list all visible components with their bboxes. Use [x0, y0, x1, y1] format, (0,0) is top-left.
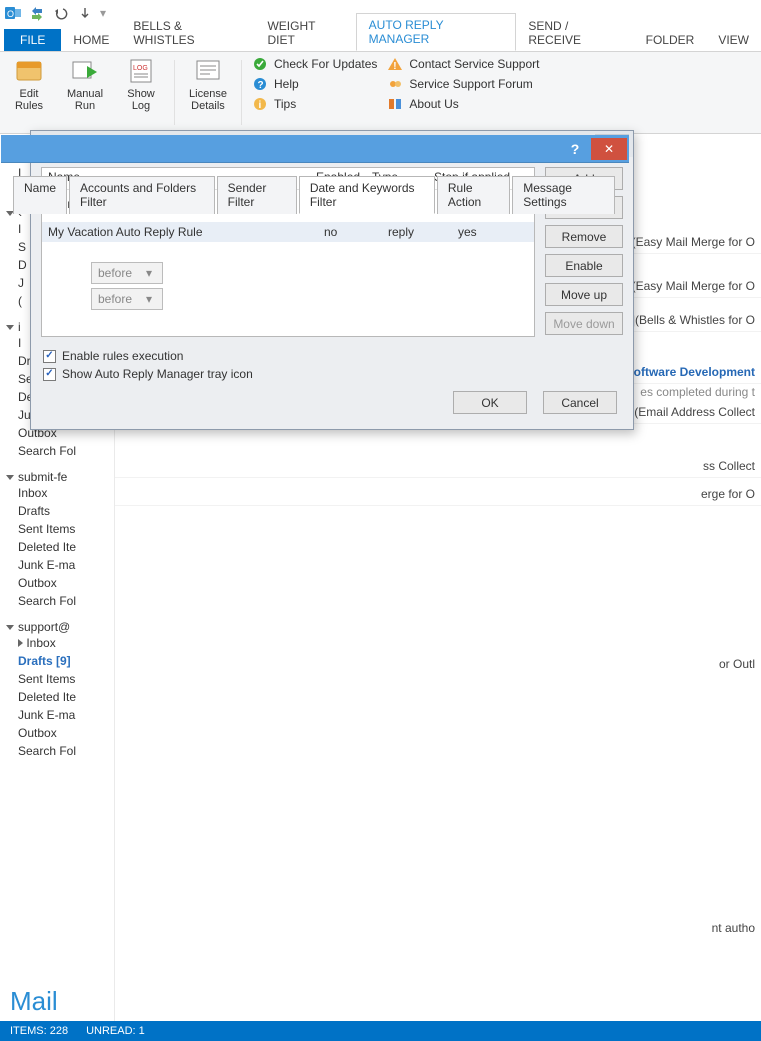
- nav-deleted[interactable]: Deleted Ite: [6, 688, 114, 706]
- nav-outbox[interactable]: Outbox: [6, 574, 114, 592]
- move-down-button[interactable]: Move down: [545, 312, 623, 335]
- tab-diet[interactable]: WEIGHT DIET: [255, 15, 355, 51]
- tab-view[interactable]: VIEW: [706, 29, 761, 51]
- chevron-down-icon: ▾: [146, 292, 152, 306]
- nav-drafts[interactable]: Drafts: [6, 502, 114, 520]
- tab-accounts-folders[interactable]: Accounts and Folders Filter: [69, 176, 215, 214]
- svg-text:?: ?: [258, 80, 264, 91]
- list-item[interactable]: erge for O: [115, 482, 761, 506]
- tab-bells[interactable]: BELLS & WHISTLES: [121, 15, 255, 51]
- tips-icon: i: [252, 96, 268, 112]
- enable-rules-checkbox[interactable]: [43, 350, 56, 363]
- tips-button[interactable]: i Tips: [252, 96, 377, 112]
- nav-deleted[interactable]: Deleted Ite: [6, 538, 114, 556]
- license-details-button[interactable]: License Details: [185, 56, 231, 129]
- nav-sent[interactable]: Sent Items: [6, 670, 114, 688]
- tab-home[interactable]: HOME: [61, 29, 121, 51]
- manual-run-button[interactable]: Manual Run: [62, 56, 108, 129]
- collapse-icon[interactable]: [6, 475, 14, 480]
- nav-search[interactable]: Search Fol: [6, 442, 114, 460]
- show-log-button[interactable]: LOG Show Log: [118, 56, 164, 129]
- collapse-icon[interactable]: [6, 325, 14, 330]
- help-icon: ?: [252, 76, 268, 92]
- nav-drafts[interactable]: Drafts [9]: [6, 652, 114, 670]
- table-row[interactable]: My Vacation Auto Reply Rule no reply yes: [42, 222, 534, 242]
- check-updates-button[interactable]: Check For Updates: [252, 56, 377, 72]
- help-button[interactable]: ? Help: [252, 76, 377, 92]
- svg-text:O: O: [7, 9, 14, 19]
- nav-outbox[interactable]: Outbox: [6, 724, 114, 742]
- svg-text:LOG: LOG: [133, 65, 148, 72]
- license-icon: [192, 56, 224, 84]
- mail-module-button[interactable]: Mail: [10, 986, 58, 1017]
- outlook-icon: O: [4, 4, 22, 22]
- updates-icon: [252, 56, 268, 72]
- status-bar: ITEMS: 228 UNREAD: 1: [0, 1021, 761, 1041]
- nav-junk[interactable]: Junk E-ma: [6, 706, 114, 724]
- svg-text:i: i: [259, 100, 262, 111]
- remove-button[interactable]: Remove: [545, 225, 623, 248]
- time-operator-dropdown[interactable]: before▾: [91, 288, 163, 310]
- list-item[interactable]: ss Collect: [115, 454, 761, 478]
- tab-rule-action[interactable]: Rule Action: [437, 176, 510, 214]
- tab-name[interactable]: Name: [13, 176, 67, 214]
- account-header[interactable]: submit-fe: [18, 470, 67, 484]
- account-header[interactable]: support@: [18, 620, 70, 634]
- enable-rules-label: Enable rules execution: [62, 349, 183, 363]
- about-button[interactable]: About Us: [387, 96, 539, 112]
- svg-text:!: !: [394, 61, 397, 72]
- status-unread: UNREAD: 1: [86, 1025, 145, 1037]
- tab-folder[interactable]: FOLDER: [634, 29, 707, 51]
- chevron-right-icon: [18, 639, 23, 647]
- move-up-button[interactable]: Move up: [545, 283, 623, 306]
- collapse-icon[interactable]: [6, 625, 14, 630]
- edit-rules-button[interactable]: Edit Rules: [6, 56, 52, 129]
- ok-button[interactable]: OK: [453, 391, 527, 414]
- contact-support-button[interactable]: ! Contact Service Support: [387, 56, 539, 72]
- tray-icon-checkbox[interactable]: [43, 368, 56, 381]
- nav-inbox[interactable]: Inbox: [6, 484, 114, 502]
- touch-mode-icon[interactable]: [76, 4, 94, 22]
- tab-auto-reply-manager[interactable]: AUTO REPLY MANAGER: [356, 13, 517, 51]
- support-forum-button[interactable]: Service Support Forum: [387, 76, 539, 92]
- cancel-button[interactable]: Cancel: [543, 391, 617, 414]
- nav-search[interactable]: Search Fol: [6, 742, 114, 760]
- tab-date-keywords[interactable]: Date and Keywords Filter: [299, 176, 435, 214]
- chevron-down-icon: ▾: [146, 266, 152, 280]
- warning-icon: !: [387, 56, 403, 72]
- tray-icon-label: Show Auto Reply Manager tray icon: [62, 367, 253, 381]
- nav-inbox[interactable]: Inbox: [6, 634, 114, 652]
- tab-send-receive[interactable]: SEND / RECEIVE: [516, 15, 633, 51]
- nav-junk[interactable]: Junk E-ma: [6, 556, 114, 574]
- tab-file[interactable]: FILE: [4, 29, 61, 51]
- list-item[interactable]: or Outl: [115, 652, 761, 676]
- enable-button[interactable]: Enable: [545, 254, 623, 277]
- tab-message-settings[interactable]: Message Settings: [512, 176, 615, 214]
- undo-icon[interactable]: [52, 4, 70, 22]
- log-icon: LOG: [125, 56, 157, 84]
- rules-icon: [13, 56, 45, 84]
- list-item[interactable]: nt autho: [115, 916, 761, 940]
- help-button[interactable]: ?: [559, 138, 591, 160]
- close-button[interactable]: ✕: [591, 138, 627, 160]
- nav-search[interactable]: Search Fol: [6, 592, 114, 610]
- tab-sender-filter[interactable]: Sender Filter: [217, 176, 297, 214]
- nav-sent[interactable]: Sent Items: [6, 520, 114, 538]
- status-items: ITEMS: 228: [10, 1025, 68, 1037]
- run-icon: [69, 56, 101, 84]
- about-icon: [387, 96, 403, 112]
- send-receive-icon[interactable]: [28, 4, 46, 22]
- date-operator-dropdown[interactable]: before▾: [91, 262, 163, 284]
- forum-icon: [387, 76, 403, 92]
